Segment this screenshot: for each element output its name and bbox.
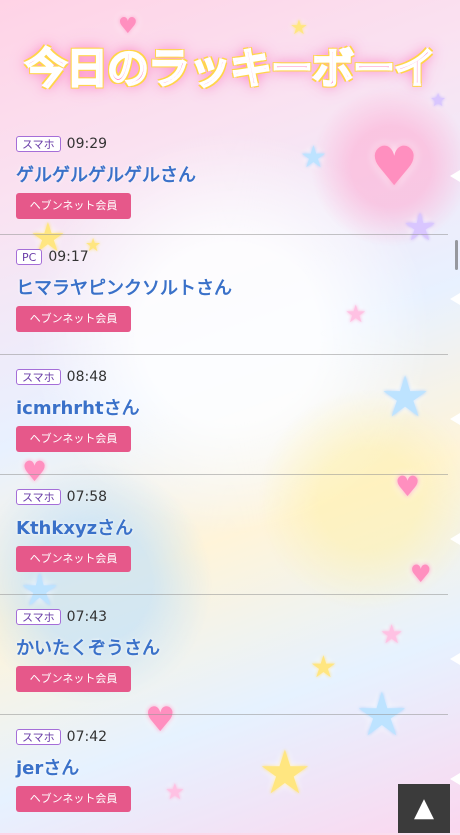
scroll-to-top-button[interactable]: ▲ [398,784,450,833]
visit-time: 07:58 [66,489,108,505]
list-item: スマホ 07:58 Kthkxyzさん ヘブンネット会員 [0,475,448,595]
visit-time: 09:29 [66,136,108,152]
edge-marker [450,170,460,182]
member-badge: ヘブンネット会員 [16,193,131,219]
visitor-name-link[interactable]: Kthkxyzさん [16,514,448,540]
page-title: 今日のラッキーボーイ [24,43,437,94]
device-badge: スマホ [16,729,61,745]
list-item: スマホ 07:42 jerさん ヘブンネット会員 [0,715,448,835]
list-item: スマホ 08:48 icmrhrhtさん ヘブンネット会員 [0,355,448,475]
visitor-name-link[interactable]: ヒマラヤピンクソルトさん [16,274,448,300]
device-badge: PC [16,249,43,265]
arrow-up-icon: ▲ [414,793,434,823]
edge-marker [450,413,460,425]
visit-time: 07:42 [66,729,108,745]
member-badge: ヘブンネット会員 [16,306,131,332]
device-badge: スマホ [16,369,61,385]
entry-meta: スマホ 07:43 [16,607,448,627]
list-item: スマホ 07:43 かいたくぞうさん ヘブンネット会員 [0,595,448,715]
visitor-name-link[interactable]: ゲルゲルゲルゲルさん [16,161,448,187]
edge-marker [450,773,460,785]
list-item: スマホ 09:29 ゲルゲルゲルゲルさん ヘブンネット会員 [0,120,448,235]
member-badge: ヘブンネット会員 [16,786,131,812]
visit-time: 07:43 [66,609,108,625]
device-badge: スマホ [16,609,61,625]
visitor-name-link[interactable]: jerさん [16,754,448,780]
visitor-list: スマホ 09:29 ゲルゲルゲルゲルさん ヘブンネット会員 PC 09:17 ヒ… [0,120,448,835]
edge-marker [450,653,460,665]
edge-marker [450,533,460,545]
edge-marker [450,293,460,305]
list-item: PC 09:17 ヒマラヤピンクソルトさん ヘブンネット会員 [0,235,448,355]
entry-meta: スマホ 09:29 [16,134,448,154]
visit-time: 09:17 [48,249,89,265]
visitor-name-link[interactable]: icmrhrhtさん [16,394,448,420]
visit-time: 08:48 [66,369,108,385]
member-badge: ヘブンネット会員 [16,426,131,452]
member-badge: ヘブンネット会員 [16,546,131,572]
member-badge: ヘブンネット会員 [16,666,131,692]
entry-meta: PC 09:17 [16,247,448,267]
page-header: 今日のラッキーボーイ [10,25,450,105]
entry-meta: スマホ 08:48 [16,367,448,387]
device-badge: スマホ [16,136,61,152]
visitor-name-link[interactable]: かいたくぞうさん [16,634,448,660]
entry-meta: スマホ 07:42 [16,727,448,747]
scrollbar[interactable] [455,240,458,270]
device-badge: スマホ [16,489,61,505]
entry-meta: スマホ 07:58 [16,487,448,507]
